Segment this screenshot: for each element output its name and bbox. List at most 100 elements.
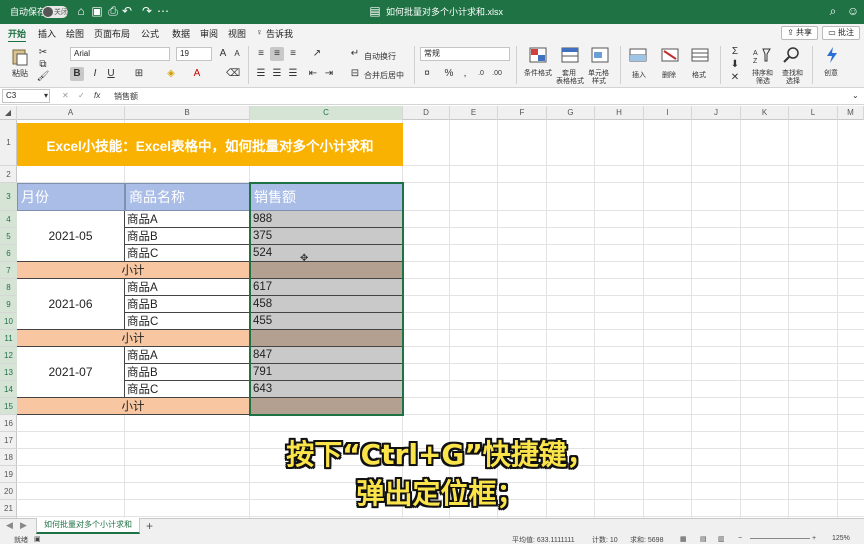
- align-bottom-icon[interactable]: ≡: [286, 47, 300, 61]
- tab-page-layout[interactable]: 页面布局: [94, 27, 130, 40]
- zoom-in-icon[interactable]: +: [812, 535, 816, 542]
- row-header[interactable]: 4: [0, 211, 17, 228]
- zoom-out-icon[interactable]: −: [738, 535, 742, 542]
- delete-cells-label[interactable]: 删除: [662, 70, 676, 80]
- column-header-h[interactable]: H: [595, 106, 644, 120]
- column-header-k[interactable]: K: [741, 106, 789, 120]
- row-header[interactable]: 8: [0, 279, 17, 296]
- header-month[interactable]: 月份: [17, 183, 125, 211]
- month-cell[interactable]: 2021-05: [17, 211, 125, 262]
- format-cells-icon[interactable]: [690, 46, 710, 64]
- table-format-icon[interactable]: [560, 46, 580, 64]
- redo-icon[interactable]: ↷: [140, 4, 154, 18]
- fill-color-icon[interactable]: ◈: [164, 67, 178, 81]
- page-layout-view-icon[interactable]: ▤: [700, 535, 707, 543]
- font-color-icon[interactable]: A: [190, 67, 204, 81]
- format-cells-label[interactable]: 格式: [692, 70, 706, 80]
- confirm-icon[interactable]: ✓: [78, 91, 85, 100]
- paste-icon[interactable]: [10, 48, 30, 66]
- column-header-d[interactable]: D: [403, 106, 450, 120]
- normal-view-icon[interactable]: ▦: [680, 535, 687, 543]
- undo-icon[interactable]: ↶: [120, 4, 134, 18]
- sales-cell[interactable]: 524: [250, 245, 403, 262]
- tab-formulas[interactable]: 公式: [141, 27, 159, 40]
- clear-format-icon[interactable]: ⌫: [226, 67, 240, 81]
- row-header[interactable]: 18: [0, 449, 17, 466]
- wrap-text-label[interactable]: 自动换行: [364, 51, 396, 62]
- column-header-j[interactable]: J: [692, 106, 741, 120]
- increase-decimal-icon[interactable]: .0: [474, 67, 488, 81]
- product-cell[interactable]: 商品C: [125, 313, 250, 330]
- product-cell[interactable]: 商品B: [125, 228, 250, 245]
- save-icon[interactable]: ▣: [90, 4, 104, 18]
- next-sheet-icon[interactable]: ▶: [20, 520, 27, 531]
- conditional-format-label[interactable]: 条件格式: [524, 68, 552, 78]
- row-header[interactable]: 9: [0, 296, 17, 313]
- subtotal-label[interactable]: 小计: [17, 330, 250, 347]
- font-size-select[interactable]: 19: [176, 47, 212, 61]
- more-icon[interactable]: ⋯: [156, 4, 170, 18]
- insert-cells-label[interactable]: 插入: [632, 70, 646, 80]
- column-header-b[interactable]: B: [125, 106, 250, 120]
- row-header[interactable]: 5: [0, 228, 17, 245]
- row-header[interactable]: 11: [0, 330, 17, 347]
- header-sales[interactable]: 销售额: [250, 183, 403, 211]
- zoom-slider[interactable]: [750, 538, 810, 539]
- sales-cell[interactable]: 375: [250, 228, 403, 245]
- increase-indent-icon[interactable]: ⇥: [322, 67, 336, 81]
- sales-cell[interactable]: 988: [250, 211, 403, 228]
- column-header-m[interactable]: M: [838, 106, 864, 120]
- ideas-icon[interactable]: [822, 46, 842, 64]
- page-break-view-icon[interactable]: ▥: [718, 535, 725, 543]
- tab-insert[interactable]: 插入: [38, 27, 56, 40]
- subtotal-label[interactable]: 小计: [17, 398, 250, 415]
- sort-filter-icon[interactable]: AZ: [752, 46, 772, 65]
- find-select-icon[interactable]: [782, 46, 802, 64]
- orientation-icon[interactable]: ↗: [310, 47, 324, 61]
- font-name-select[interactable]: Arial: [70, 47, 170, 61]
- percent-icon[interactable]: %: [442, 67, 456, 81]
- add-sheet-icon[interactable]: +: [146, 519, 153, 533]
- decrease-font-icon[interactable]: A: [230, 47, 244, 61]
- align-middle-icon[interactable]: ≡: [270, 47, 284, 61]
- product-cell[interactable]: 商品C: [125, 381, 250, 398]
- row-header[interactable]: 14: [0, 381, 17, 398]
- column-header-i[interactable]: I: [644, 106, 692, 120]
- italic-button[interactable]: I: [88, 67, 102, 81]
- product-cell[interactable]: 商品A: [125, 211, 250, 228]
- month-cell[interactable]: 2021-07: [17, 347, 125, 398]
- banner-title[interactable]: Excel小技能：Excel表格中，如何批量对多个小计求和: [17, 123, 403, 166]
- decrease-decimal-icon[interactable]: .00: [490, 67, 504, 81]
- subtotal-value-cell[interactable]: [250, 398, 403, 415]
- zoom-level[interactable]: 125%: [832, 535, 850, 542]
- conditional-format-icon[interactable]: [528, 46, 548, 64]
- underline-button[interactable]: U: [104, 67, 118, 81]
- header-product[interactable]: 商品名称: [125, 183, 250, 211]
- align-center-icon[interactable]: ☰: [270, 67, 284, 81]
- subtotal-value-cell[interactable]: [250, 262, 403, 279]
- row-header[interactable]: 20: [0, 483, 17, 500]
- tab-home[interactable]: 开始: [8, 27, 27, 43]
- number-format-select[interactable]: 常规: [420, 47, 510, 61]
- sales-cell[interactable]: 455: [250, 313, 403, 330]
- row-header[interactable]: 21: [0, 500, 17, 517]
- row-header[interactable]: 13: [0, 364, 17, 381]
- merge-icon[interactable]: ⊟: [348, 67, 362, 81]
- row-header[interactable]: 1: [0, 120, 17, 166]
- align-left-icon[interactable]: ☰: [254, 67, 268, 81]
- row-header[interactable]: 15: [0, 398, 17, 415]
- expand-formula-icon[interactable]: ⌄: [852, 91, 859, 100]
- fill-icon[interactable]: ⬇: [728, 58, 742, 72]
- sales-cell[interactable]: 617: [250, 279, 403, 296]
- column-header-g[interactable]: G: [547, 106, 595, 120]
- column-header-e[interactable]: E: [450, 106, 498, 120]
- row-header[interactable]: 16: [0, 415, 17, 432]
- name-box[interactable]: C3: [2, 89, 50, 103]
- ideas-label[interactable]: 创意: [824, 68, 838, 78]
- worksheet-grid[interactable]: Excel小技能：Excel表格中，如何批量对多个小计求和 月份 商品名称 销售…: [17, 120, 864, 518]
- name-box-dropdown-icon[interactable]: ▾: [44, 91, 48, 100]
- row-header[interactable]: 6: [0, 245, 17, 262]
- tab-data[interactable]: 数据: [172, 27, 190, 40]
- select-all-corner[interactable]: ◢: [0, 106, 17, 120]
- cancel-icon[interactable]: ✕: [62, 91, 69, 100]
